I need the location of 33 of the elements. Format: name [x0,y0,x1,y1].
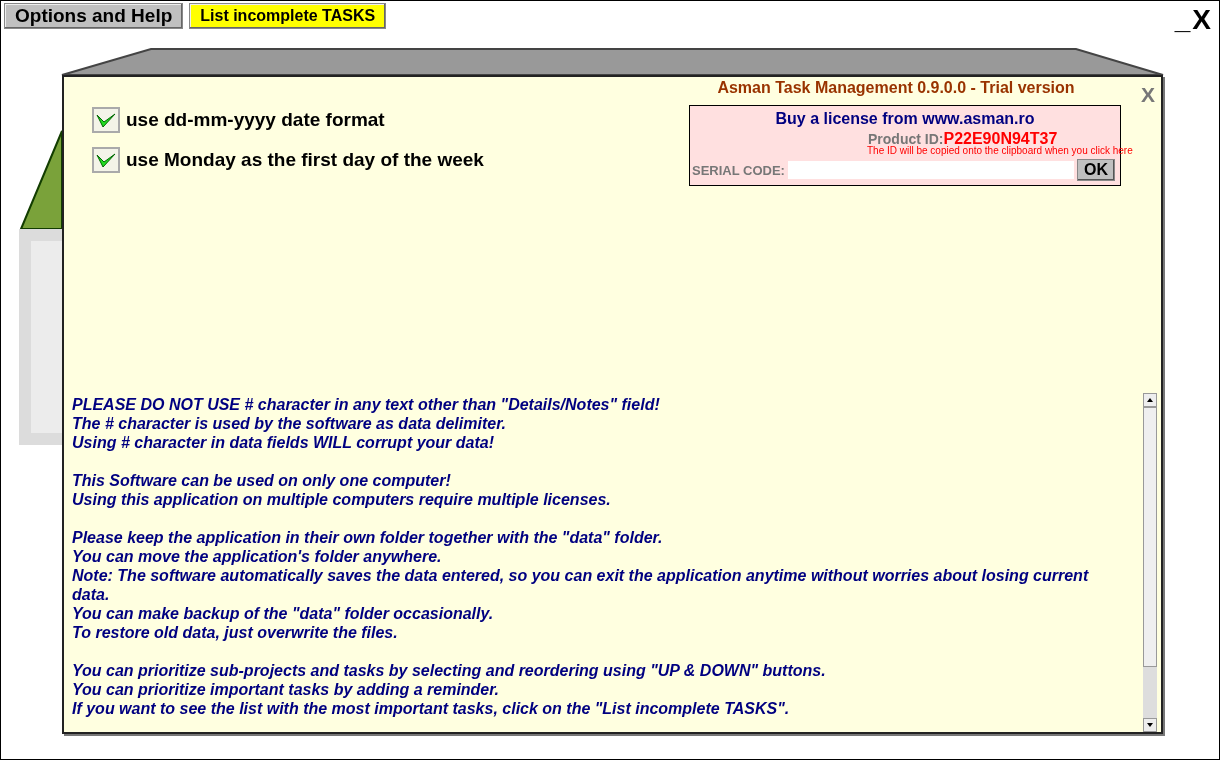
help-text: Using # character in data fields WILL corrupt your data! [72,433,495,452]
help-text: You can move the application's folder anywhere. [72,547,443,566]
serial-label: SERIAL CODE: [692,162,785,178]
close-button[interactable]: X [1141,83,1155,107]
scrollbar[interactable] [1143,393,1157,732]
help-text: You can make backup of the "data" folder occasionally. [72,604,495,623]
ok-button[interactable]: OK [1076,159,1115,181]
help-text: Note: The software automatically saves the data entered, so you can exit the application anytime without worries about losing current data. [72,566,1090,604]
checkbox[interactable] [92,147,120,173]
help-text: If you want to see the list with the most important tasks, click on the "List incomplete TASKS". [72,699,791,718]
help-text: Please keep the application in their own folder together with the "data" folder. [72,528,664,547]
checkmark-icon [96,151,116,169]
help-text: PLEASE DO NOT USE # character in any text other than "Details/Notes" field! [72,395,661,414]
buy-license-link[interactable]: Buy a license from www.asman.ro [775,110,1035,128]
option-label: use Monday as the first day of the week [126,149,484,171]
up-arrow-icon [1147,398,1153,402]
product-id-label: Product ID: [868,131,944,147]
help-text: The # character is used by the software as data delimiter. [72,414,507,433]
checkmark-icon [96,111,116,129]
close-button[interactable]: X [1192,5,1211,35]
serial-input[interactable] [787,161,1074,179]
help-text: Using this application on multiple computers require multiple licenses. [72,490,612,509]
options-button[interactable]: Options and Help [4,3,184,29]
list-tasks-button[interactable]: List incomplete TASKS [189,3,387,29]
checkbox[interactable] [92,107,120,133]
help-text: To restore old data, just overwrite the files. [72,623,399,642]
help-text: You can prioritize important tasks by adding a reminder. [72,680,501,699]
app-title: Asman Task Management 0.9.0.0 - Trial version [716,79,1076,97]
help-text: This Software can be used on only one computer! [72,471,452,490]
help-text: You can prioritize sub-projects and tasks by selecting and reordering using "UP & DOWN" buttons. [72,661,827,680]
minimize-button[interactable]: _ [1174,5,1191,35]
option-label: use dd-mm-yyyy date format [126,109,385,131]
down-arrow-icon [1147,723,1153,727]
